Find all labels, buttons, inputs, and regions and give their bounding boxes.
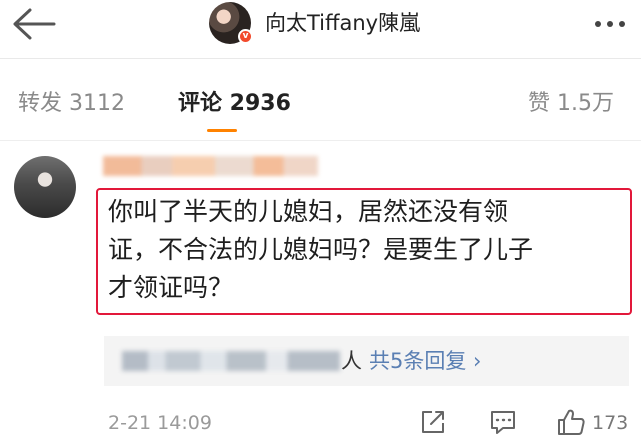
replies-suffix: 人	[341, 349, 362, 373]
author-name[interactable]: 向太Tiffany陳嵐	[265, 8, 420, 38]
comment-line: 证，不合法的儿媳妇吗？是要生了儿子	[108, 235, 534, 264]
view-replies-link[interactable]: 共5条回复 ›	[369, 346, 481, 376]
verified-badge-icon: v	[238, 29, 253, 44]
comment-text: 你叫了半天的儿媳妇，居然还没有领 证，不合法的儿媳妇吗？是要生了儿子 才领证吗？	[108, 193, 630, 307]
share-icon[interactable]	[418, 407, 448, 437]
commenter-name-blurred[interactable]	[103, 156, 318, 176]
more-dot-icon	[595, 21, 601, 27]
arrow-left-icon	[13, 8, 56, 40]
replies-preview[interactable]: 人 共5条回复 ›	[104, 336, 629, 386]
more-dot-icon	[619, 21, 625, 27]
comment-icon[interactable]	[488, 407, 518, 437]
tab-reposts[interactable]: 转发 3112	[18, 87, 125, 121]
tab-comments[interactable]: 评论 2936	[178, 87, 291, 121]
comment-line: 你叫了半天的儿媳妇，居然还没有领	[108, 197, 509, 226]
tab-likes[interactable]: 赞 1.5万	[528, 87, 614, 121]
more-dot-icon	[607, 21, 613, 27]
commenter-avatar[interactable]	[14, 156, 76, 218]
active-tab-indicator	[207, 129, 237, 132]
more-options-button[interactable]	[585, 6, 635, 42]
back-button[interactable]	[4, 2, 62, 46]
replier-names-blurred	[122, 351, 340, 371]
like-count: 173	[592, 412, 629, 434]
top-bar: v 向太Tiffany陳嵐	[0, 0, 641, 59]
comment-line: 才领证吗？	[108, 273, 234, 302]
divider	[0, 140, 641, 141]
comment-timestamp: 2-21 14:09	[108, 412, 212, 434]
thumbs-up-icon[interactable]	[556, 407, 586, 437]
